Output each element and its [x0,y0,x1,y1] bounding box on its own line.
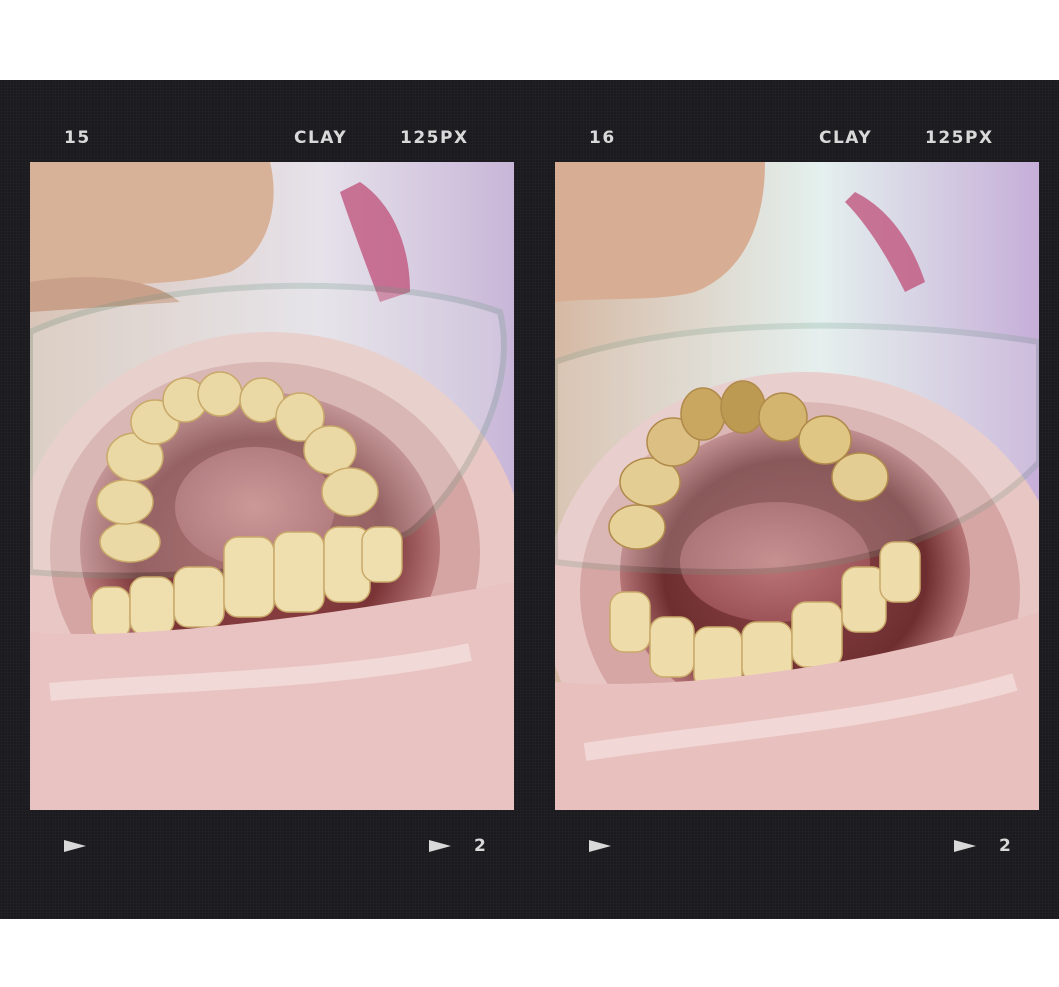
footer-number: 2 [999,836,1011,856]
film-strip: 15 CLAY 125PX 2 16 CLAY 125PX 2 [0,80,1059,919]
film-frame-left: 15 CLAY 125PX 2 [0,80,530,919]
film-frame-right: 16 CLAY 125PX 2 [525,80,1055,919]
play-arrow-icon [954,840,976,852]
play-arrow-icon [429,840,451,852]
play-arrow-icon [64,840,86,852]
dental-photo-before [555,162,1039,810]
frame-number: 15 [64,128,91,148]
footer-number: 2 [474,836,486,856]
iso-label: 125PX [925,128,994,148]
film-label: CLAY [819,128,873,148]
play-arrow-icon [589,840,611,852]
iso-label: 125PX [400,128,469,148]
film-label: CLAY [294,128,348,148]
frame-number: 16 [589,128,616,148]
dental-photo-after [30,162,514,810]
